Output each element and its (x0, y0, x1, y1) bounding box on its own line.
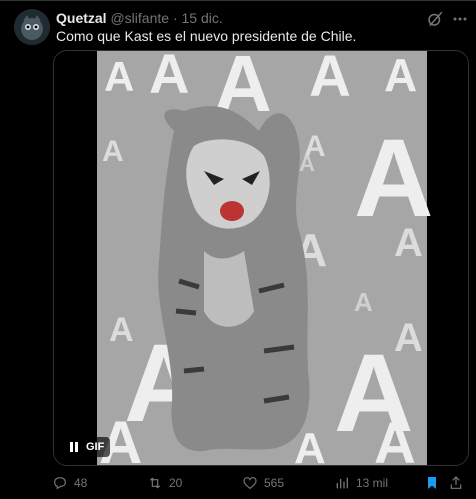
bookmark-icon (428, 477, 436, 489)
heart-icon (243, 477, 257, 490)
svg-text:A: A (149, 51, 189, 105)
gif-controls[interactable]: GIF (64, 437, 111, 457)
svg-text:A: A (309, 51, 351, 109)
bookmark-button[interactable] (424, 475, 440, 491)
reply-icon (54, 477, 66, 490)
reply-count: 48 (74, 476, 88, 490)
grok-icon[interactable] (426, 10, 444, 28)
gif-badge: GIF (86, 441, 105, 453)
repost-icon (149, 477, 161, 489)
gif-media[interactable]: A A A A A A A A A A A A A A A A A A A GI… (53, 50, 469, 466)
views-button[interactable]: 13 mil (334, 475, 388, 491)
share-button[interactable] (448, 475, 464, 491)
separator: · (172, 10, 178, 26)
timestamp[interactable]: 15 dic. (182, 10, 223, 26)
repost-count: 20 (169, 476, 183, 490)
svg-text:A: A (384, 51, 417, 101)
author-handle[interactable]: @slifante (110, 10, 169, 26)
svg-text:A: A (104, 53, 134, 100)
reply-button[interactable]: 48 (52, 475, 87, 491)
avatar[interactable] (14, 9, 50, 45)
svg-text:A: A (374, 411, 416, 465)
author-name[interactable]: Quetzal (56, 10, 107, 26)
tweet-header: Quetzal @slifante · 15 dic. (56, 10, 223, 26)
share-icon (450, 476, 462, 489)
kitten (158, 106, 310, 452)
action-bar: 48 20 565 13 mil (52, 475, 462, 495)
tweet[interactable]: Quetzal @slifante · 15 dic. Como que Kas… (0, 0, 476, 499)
repost-button[interactable]: 20 (147, 475, 182, 491)
svg-text:A: A (354, 287, 373, 317)
svg-text:A: A (394, 221, 423, 265)
svg-text:A: A (102, 135, 124, 168)
svg-text:A: A (299, 151, 315, 176)
tweet-text: Como que Kast es el nuevo presidente de … (56, 28, 357, 44)
gif-frame: A A A A A A A A A A A A A A A A A A A (54, 51, 468, 465)
like-button[interactable]: 565 (242, 475, 284, 491)
more-options-icon[interactable] (450, 9, 470, 29)
pause-icon[interactable] (70, 442, 78, 452)
svg-text:A: A (394, 316, 423, 360)
views-icon (336, 477, 348, 489)
view-count: 13 mil (356, 476, 389, 490)
like-count: 565 (264, 476, 285, 490)
